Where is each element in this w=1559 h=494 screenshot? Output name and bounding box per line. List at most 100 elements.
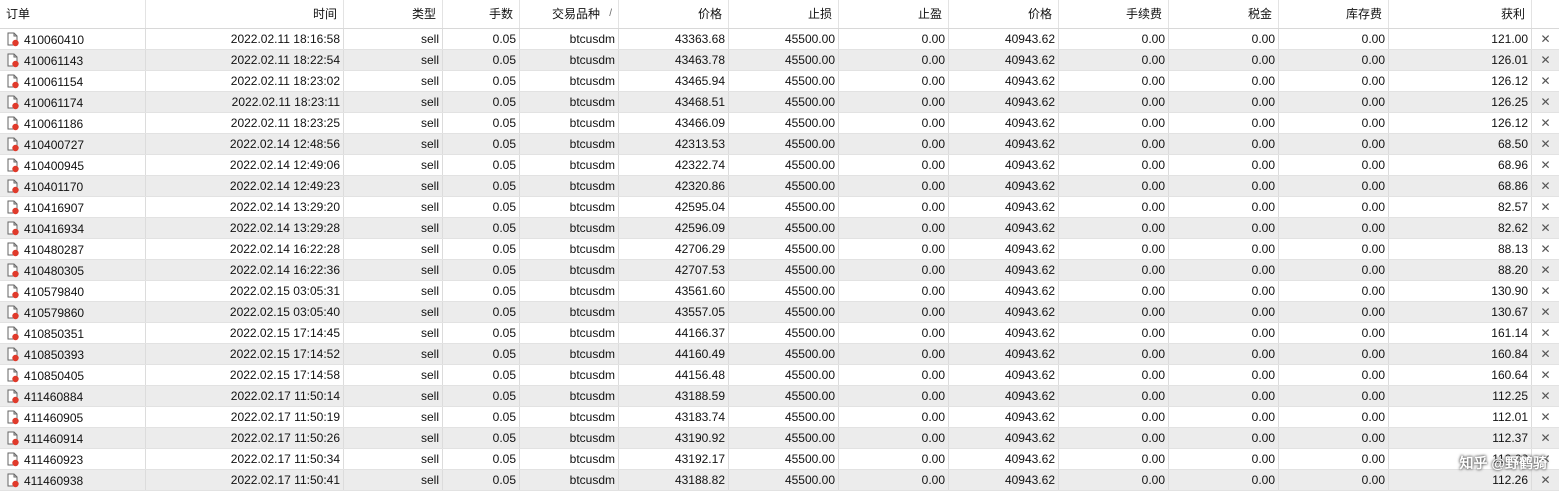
column-header-profit[interactable]: 获利 [1389,0,1532,28]
column-header-take-profit[interactable]: 止盈 [839,0,949,28]
cell-lots: 0.05 [443,197,520,217]
cell-tp: 0.00 [839,134,949,154]
table-row[interactable]: 410480287 2022.02.14 16:22:28 sell 0.05 btcu… [0,239,1559,260]
table-row[interactable]: 410850405 2022.02.15 17:14:58 sell 0.05 btcu… [0,365,1559,386]
column-header-swap[interactable]: 库存费 [1279,0,1389,28]
cell-order: 410416907 [0,197,146,217]
cell-cur-price: 40943.62 [949,239,1059,259]
cell-cur-price: 40943.62 [949,113,1059,133]
cell-tp: 0.00 [839,260,949,280]
table-row[interactable]: 410579860 2022.02.15 03:05:40 sell 0.05 btcu… [0,302,1559,323]
close-position-button[interactable]: ✕ [1532,134,1559,154]
table-row[interactable]: 410416907 2022.02.14 13:29:20 sell 0.05 btcu… [0,197,1559,218]
cell-profit: 121.00 [1389,29,1532,49]
table-row[interactable]: 410416934 2022.02.14 13:29:28 sell 0.05 btcu… [0,218,1559,239]
close-position-button[interactable]: ✕ [1532,407,1559,427]
table-row[interactable]: 411460884 2022.02.17 11:50:14 sell 0.05 btcu… [0,386,1559,407]
close-position-button[interactable]: ✕ [1532,260,1559,280]
close-position-button[interactable]: ✕ [1532,113,1559,133]
table-row[interactable]: 411460905 2022.02.17 11:50:19 sell 0.05 btcu… [0,407,1559,428]
close-position-button[interactable]: ✕ [1532,176,1559,196]
column-header-time[interactable]: 时间 [146,0,344,28]
close-position-button[interactable]: ✕ [1532,428,1559,448]
cell-lots: 0.05 [443,449,520,469]
sort-indicator-icon: / [609,8,612,19]
close-position-button[interactable]: ✕ [1532,386,1559,406]
table-row[interactable]: 410060410 2022.02.11 18:16:58 sell 0.05 btcu… [0,29,1559,50]
close-position-button[interactable]: ✕ [1532,155,1559,175]
cell-commission: 0.00 [1059,365,1169,385]
column-header-lots[interactable]: 手数 [443,0,520,28]
cell-tax: 0.00 [1169,155,1279,175]
close-position-button[interactable]: ✕ [1532,323,1559,343]
cell-price: 43465.94 [619,71,729,91]
cell-profit: 68.86 [1389,176,1532,196]
cell-profit: 130.90 [1389,281,1532,301]
table-row[interactable]: 411460914 2022.02.17 11:50:26 sell 0.05 btcu… [0,428,1559,449]
table-row[interactable]: 410401170 2022.02.14 12:49:23 sell 0.05 btcu… [0,176,1559,197]
table-row[interactable]: 411460923 2022.02.17 11:50:34 sell 0.05 btcu… [0,449,1559,470]
close-icon: ✕ [1540,326,1551,340]
table-row[interactable]: 410480305 2022.02.14 16:22:36 sell 0.05 btcu… [0,260,1559,281]
column-header-type[interactable]: 类型 [344,0,443,28]
close-icon: ✕ [1540,32,1551,46]
cell-sl: 45500.00 [729,176,839,196]
order-doc-icon [7,158,19,173]
table-row[interactable]: 410579840 2022.02.15 03:05:31 sell 0.05 btcu… [0,281,1559,302]
cell-type: sell [344,155,443,175]
cell-cur-price: 40943.62 [949,407,1059,427]
table-row[interactable]: 410850393 2022.02.15 17:14:52 sell 0.05 btcu… [0,344,1559,365]
table-row[interactable]: 410061154 2022.02.11 18:23:02 sell 0.05 btcu… [0,71,1559,92]
table-row[interactable]: 410061174 2022.02.11 18:23:11 sell 0.05 btcu… [0,92,1559,113]
table-row[interactable]: 410850351 2022.02.15 17:14:45 sell 0.05 btcu… [0,323,1559,344]
table-row[interactable]: 411460938 2022.02.17 11:50:41 sell 0.05 btcu… [0,470,1559,491]
close-position-button[interactable]: ✕ [1532,197,1559,217]
close-icon: ✕ [1540,200,1551,214]
close-position-button[interactable]: ✕ [1532,92,1559,112]
order-id: 410416907 [24,200,85,215]
cell-lots: 0.05 [443,239,520,259]
order-doc-icon [7,53,19,68]
order-doc-icon [7,137,19,152]
column-header-symbol[interactable]: 交易品种 / [520,0,619,28]
cell-commission: 0.00 [1059,113,1169,133]
table-row[interactable]: 410061143 2022.02.11 18:22:54 sell 0.05 btcu… [0,50,1559,71]
column-header-commission[interactable]: 手续费 [1059,0,1169,28]
order-doc-icon [7,305,19,320]
cell-time: 2022.02.14 12:49:06 [146,155,344,175]
cell-cur-price: 40943.62 [949,92,1059,112]
cell-price: 42595.04 [619,197,729,217]
cell-swap: 0.00 [1279,134,1389,154]
table-row[interactable]: 410400727 2022.02.14 12:48:56 sell 0.05 btcu… [0,134,1559,155]
close-position-button[interactable]: ✕ [1532,50,1559,70]
cell-type: sell [344,92,443,112]
column-header-order[interactable]: 订单 [0,0,146,28]
close-position-button[interactable]: ✕ [1532,71,1559,91]
cell-sl: 45500.00 [729,470,839,490]
cell-profit: 68.96 [1389,155,1532,175]
cell-time: 2022.02.15 17:14:58 [146,365,344,385]
close-position-button[interactable]: ✕ [1532,239,1559,259]
cell-swap: 0.00 [1279,281,1389,301]
close-position-button[interactable]: ✕ [1532,29,1559,49]
column-header-price[interactable]: 价格 [619,0,729,28]
table-row[interactable]: 410400945 2022.02.14 12:49:06 sell 0.05 btcu… [0,155,1559,176]
cell-commission: 0.00 [1059,344,1169,364]
cell-tp: 0.00 [839,71,949,91]
close-position-button[interactable]: ✕ [1532,302,1559,322]
close-position-button[interactable]: ✕ [1532,365,1559,385]
column-header-stop-loss[interactable]: 止损 [729,0,839,28]
cell-profit: 88.13 [1389,239,1532,259]
close-position-button[interactable]: ✕ [1532,218,1559,238]
column-header-tax[interactable]: 税金 [1169,0,1279,28]
cell-swap: 0.00 [1279,176,1389,196]
cell-type: sell [344,386,443,406]
column-header-current-price[interactable]: 价格 [949,0,1059,28]
close-position-button[interactable]: ✕ [1532,281,1559,301]
close-position-button[interactable]: ✕ [1532,344,1559,364]
cell-cur-price: 40943.62 [949,344,1059,364]
table-row[interactable]: 410061186 2022.02.11 18:23:25 sell 0.05 btcu… [0,113,1559,134]
close-position-button[interactable]: ✕ [1532,470,1559,490]
cell-type: sell [344,449,443,469]
cell-tp: 0.00 [839,92,949,112]
